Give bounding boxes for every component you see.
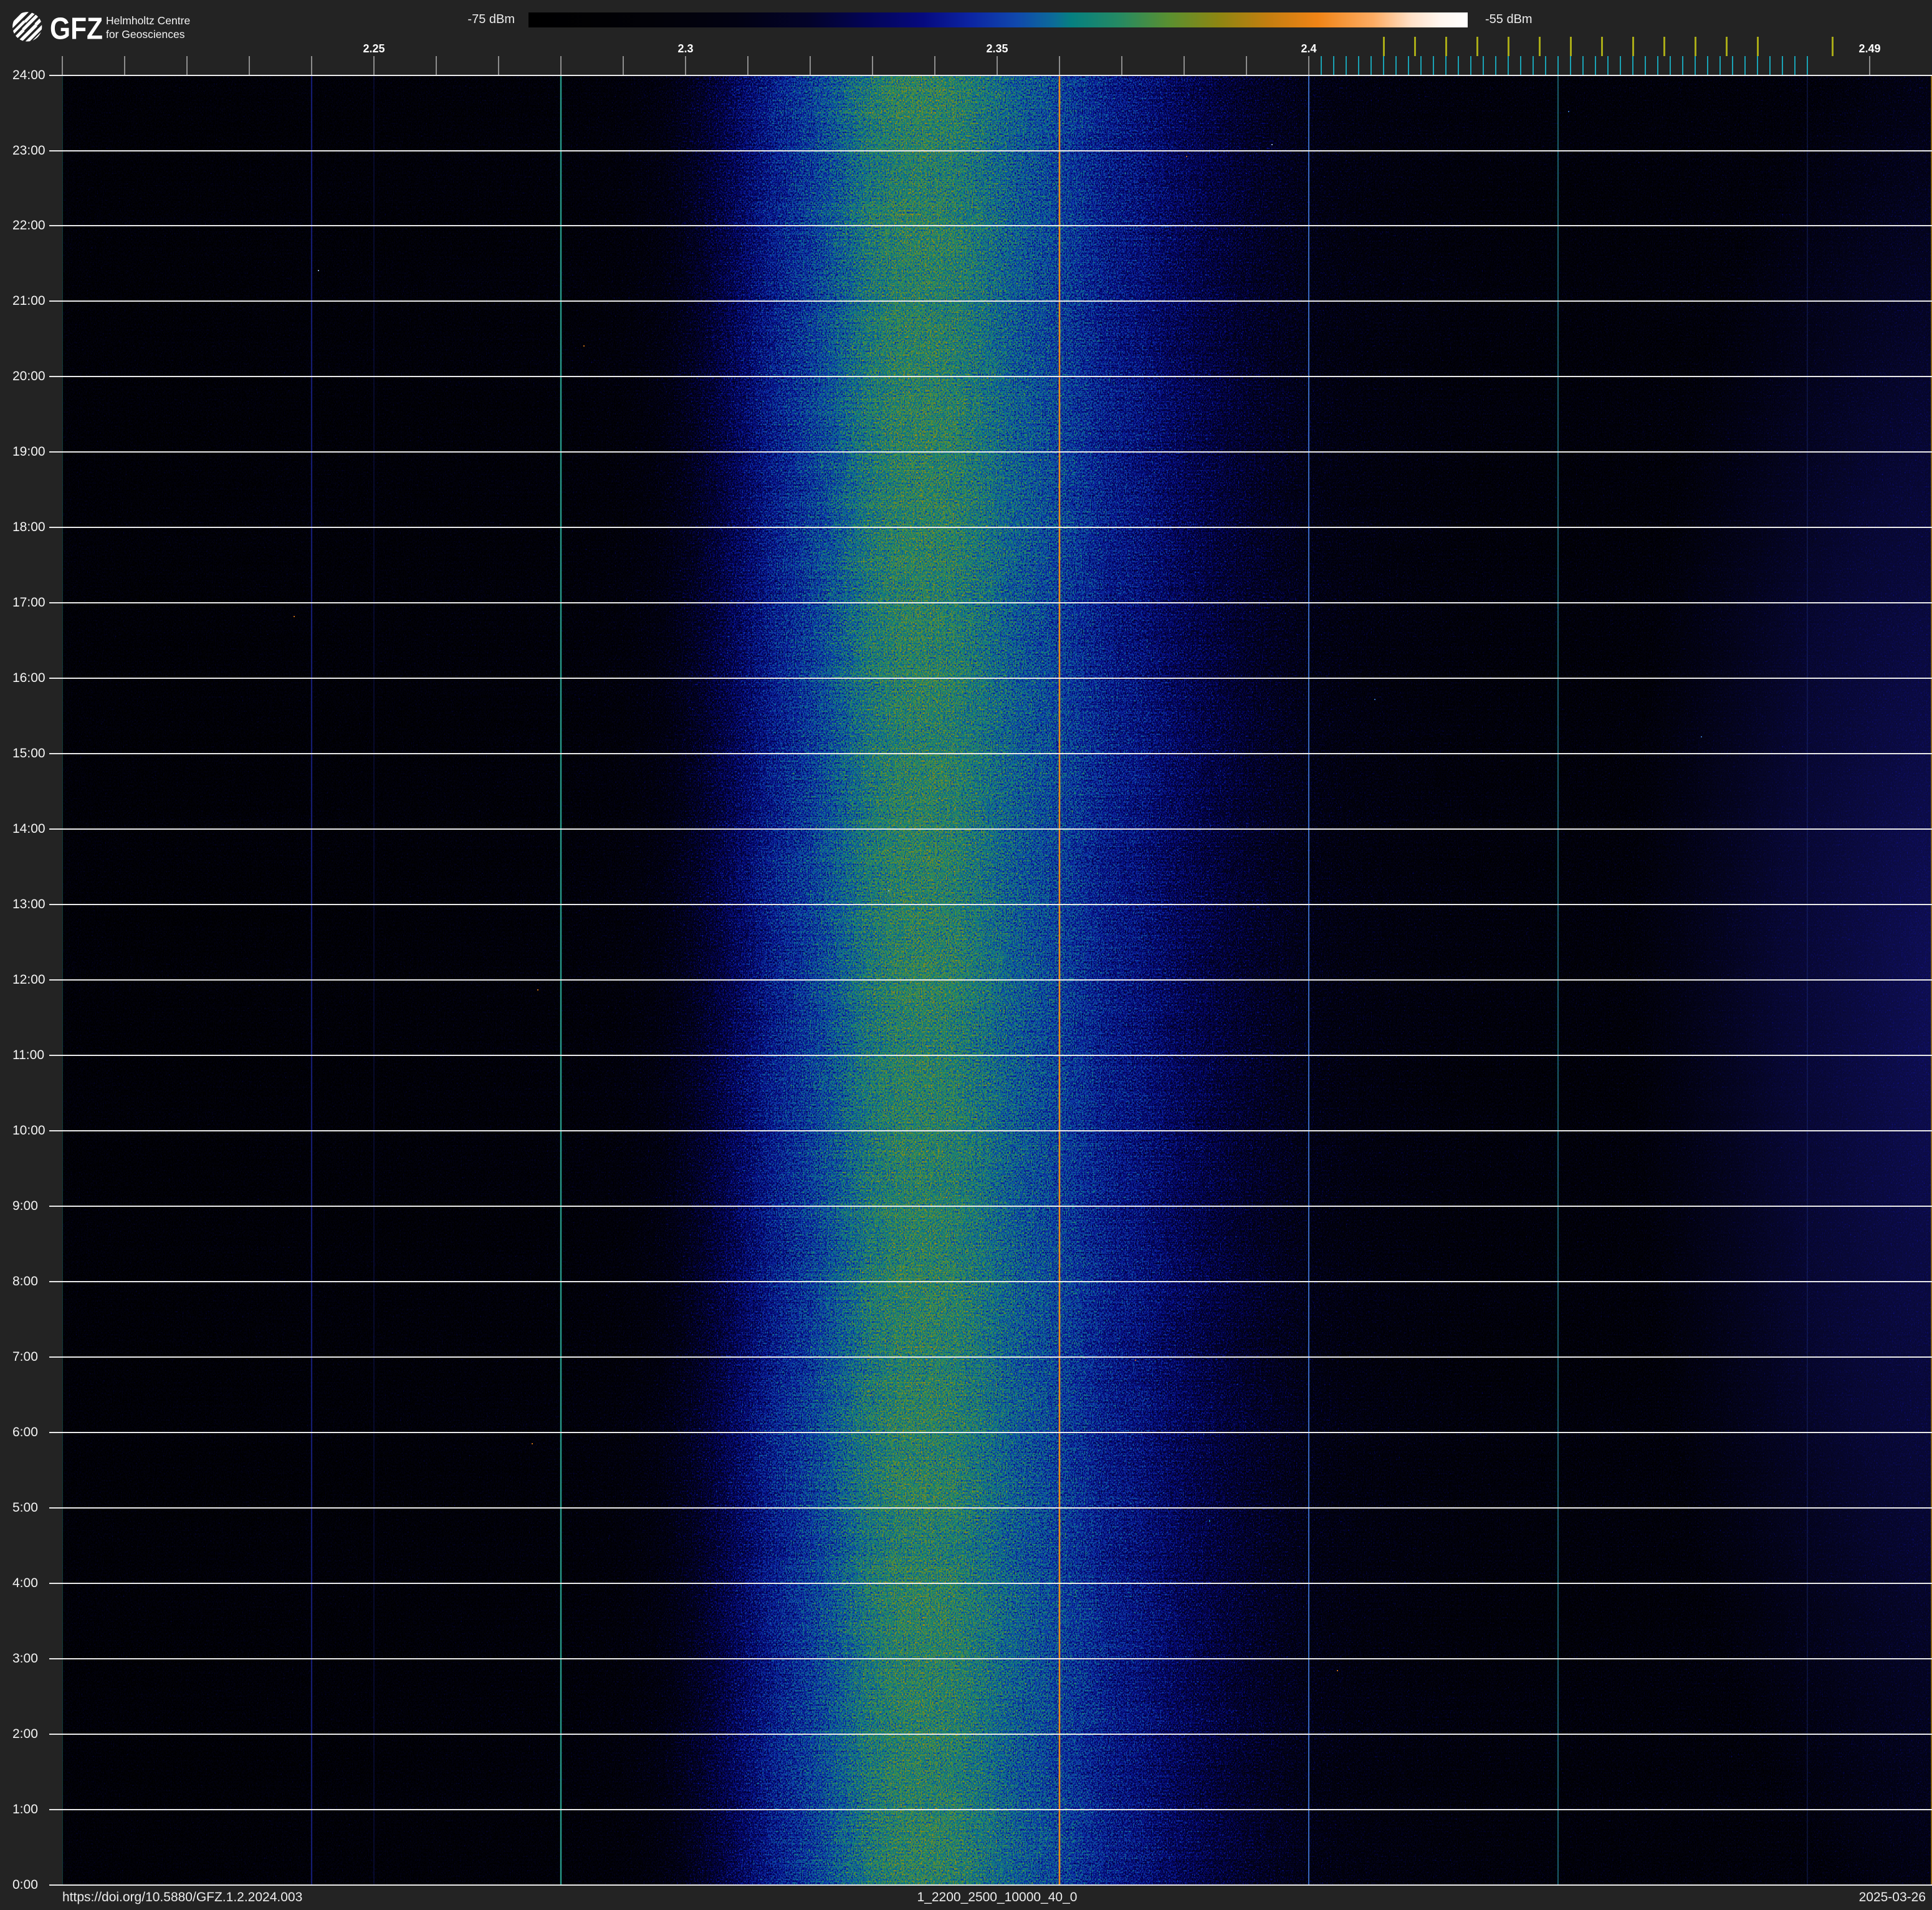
svg-text:for Geosciences: for Geosciences (106, 28, 185, 41)
svg-text:GFZ: GFZ (50, 12, 103, 46)
svg-text:Helmholtz Centre: Helmholtz Centre (106, 14, 190, 27)
